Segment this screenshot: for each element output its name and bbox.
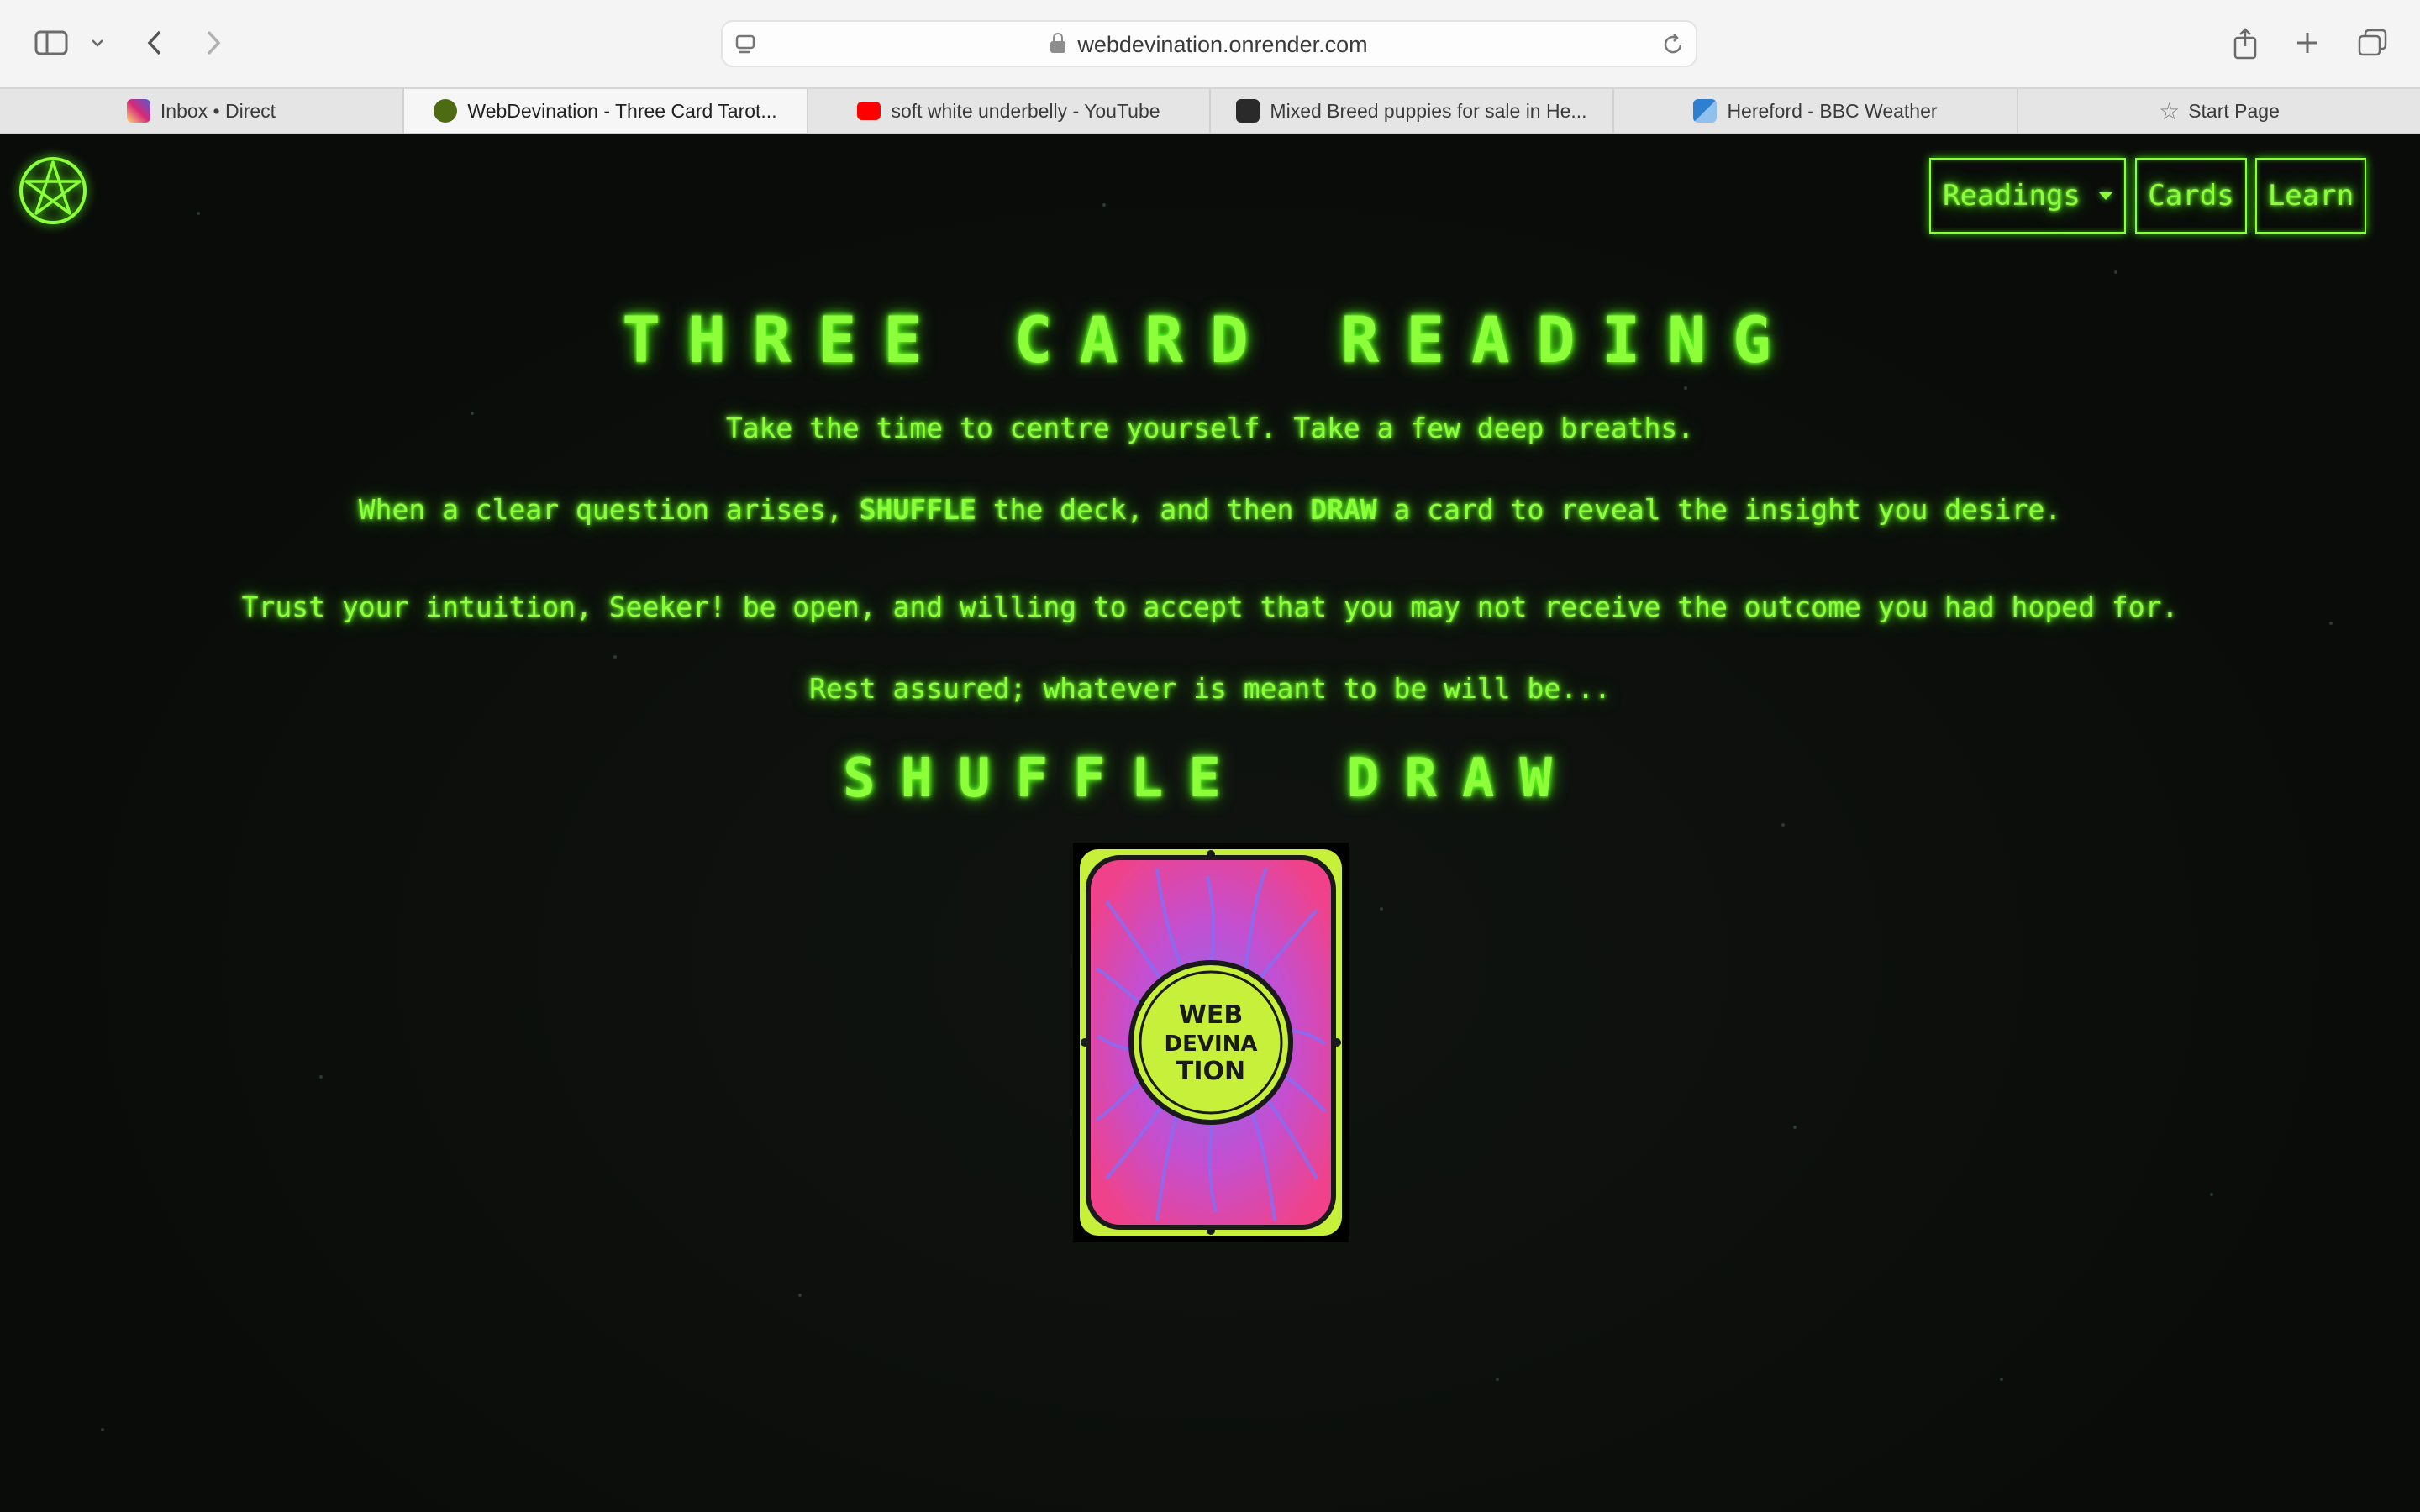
tab-title: soft white underbelly - YouTube <box>891 99 1160 122</box>
new-tab-icon[interactable] <box>2292 22 2323 64</box>
url-text: webdevination.onrender.com <box>1077 32 1368 57</box>
tab-title: WebDevination - Three Card Tarot... <box>467 99 777 122</box>
tab-bar: Inbox • Direct WebDevination - Three Car… <box>0 87 2420 134</box>
address-bar[interactable]: webdevination.onrender.com <box>721 20 1697 67</box>
browser-toolbar: webdevination.onrender.com <box>0 0 2420 87</box>
sidebar-toggle-icon[interactable] <box>32 22 71 64</box>
reload-icon[interactable] <box>1660 32 1686 57</box>
learn-label: Learn <box>2267 179 2354 213</box>
share-icon[interactable] <box>2230 22 2260 64</box>
shuffle-button[interactable]: SHUFFLE <box>843 748 1246 810</box>
star-icon: ☆ <box>2159 97 2181 124</box>
tarot-card-back[interactable]: WEB DEVINA TION <box>1073 843 1349 1242</box>
intro-line-1: Take the time to centre yourself. Take a… <box>725 412 1695 444</box>
readings-dropdown-button[interactable]: Readings <box>1929 158 2126 234</box>
cards-nav-button[interactable]: Cards <box>2135 158 2247 234</box>
intro-line-4: Rest assured; whatever is meant to be wi… <box>809 672 1611 705</box>
tab-title: Start Page <box>2188 99 2280 122</box>
reading-actions: SHUFFLE DRAW <box>0 748 2420 810</box>
intro-line-2: When a clear question arises, SHUFFLE th… <box>0 493 2420 526</box>
page-title: THREE CARD READING <box>622 302 1798 377</box>
tab-instagram-inbox[interactable]: Inbox • Direct <box>0 89 404 133</box>
tab-title: Inbox • Direct <box>160 99 276 122</box>
draw-button[interactable]: DRAW <box>1347 748 1577 810</box>
pentacle-favicon <box>434 99 458 123</box>
back-icon[interactable] <box>141 22 168 64</box>
bbc-weather-icon <box>1693 99 1718 123</box>
intro-shuffle-word: SHUFFLE <box>859 493 976 526</box>
tab-webdevination[interactable]: WebDevination - Three Card Tarot... <box>404 89 808 133</box>
intro-line-2-part-a: When a clear question arises, <box>358 493 860 526</box>
tab-overview-icon[interactable] <box>2356 22 2390 64</box>
chevron-down-icon[interactable] <box>87 22 108 64</box>
dropdown-caret-icon <box>2098 192 2112 200</box>
tab-start-page[interactable]: ☆ Start Page <box>2018 89 2420 133</box>
pentacle-logo-icon[interactable] <box>17 155 89 227</box>
instagram-icon <box>126 99 150 123</box>
forward-icon[interactable] <box>200 22 227 64</box>
svg-text:TION: TION <box>1176 1057 1245 1086</box>
tab-bbc-weather[interactable]: Hereford - BBC Weather <box>1614 89 2018 133</box>
intro-line-2-part-b: the deck, and then <box>976 493 1311 526</box>
tab-title: Mixed Breed puppies for sale in He... <box>1270 99 1587 122</box>
learn-nav-button[interactable]: Learn <box>2255 158 2366 234</box>
card-back-logo-text: WEB <box>1179 1000 1243 1030</box>
intro-line-3: Trust your intuition, Seeker! be open, a… <box>241 591 2179 623</box>
readings-label: Readings <box>1943 179 2081 213</box>
youtube-icon <box>857 102 881 120</box>
page-content: Readings Cards Learn THREE CARD READING … <box>0 134 2420 1512</box>
intro-draw-word: DRAW <box>1310 493 1377 526</box>
intro-line-2-part-c: a card to reveal the insight you desire. <box>1376 493 2062 526</box>
tab-youtube[interactable]: soft white underbelly - YouTube <box>808 89 1211 133</box>
tab-title: Hereford - BBC Weather <box>1727 99 1938 122</box>
lock-icon <box>1050 33 1066 53</box>
url-field[interactable]: webdevination.onrender.com <box>723 32 1696 58</box>
puppy-site-icon <box>1236 99 1260 123</box>
cards-label: Cards <box>2148 179 2234 213</box>
svg-text:DEVINA: DEVINA <box>1164 1032 1257 1057</box>
tab-puppies[interactable]: Mixed Breed puppies for sale in He... <box>1211 89 1614 133</box>
